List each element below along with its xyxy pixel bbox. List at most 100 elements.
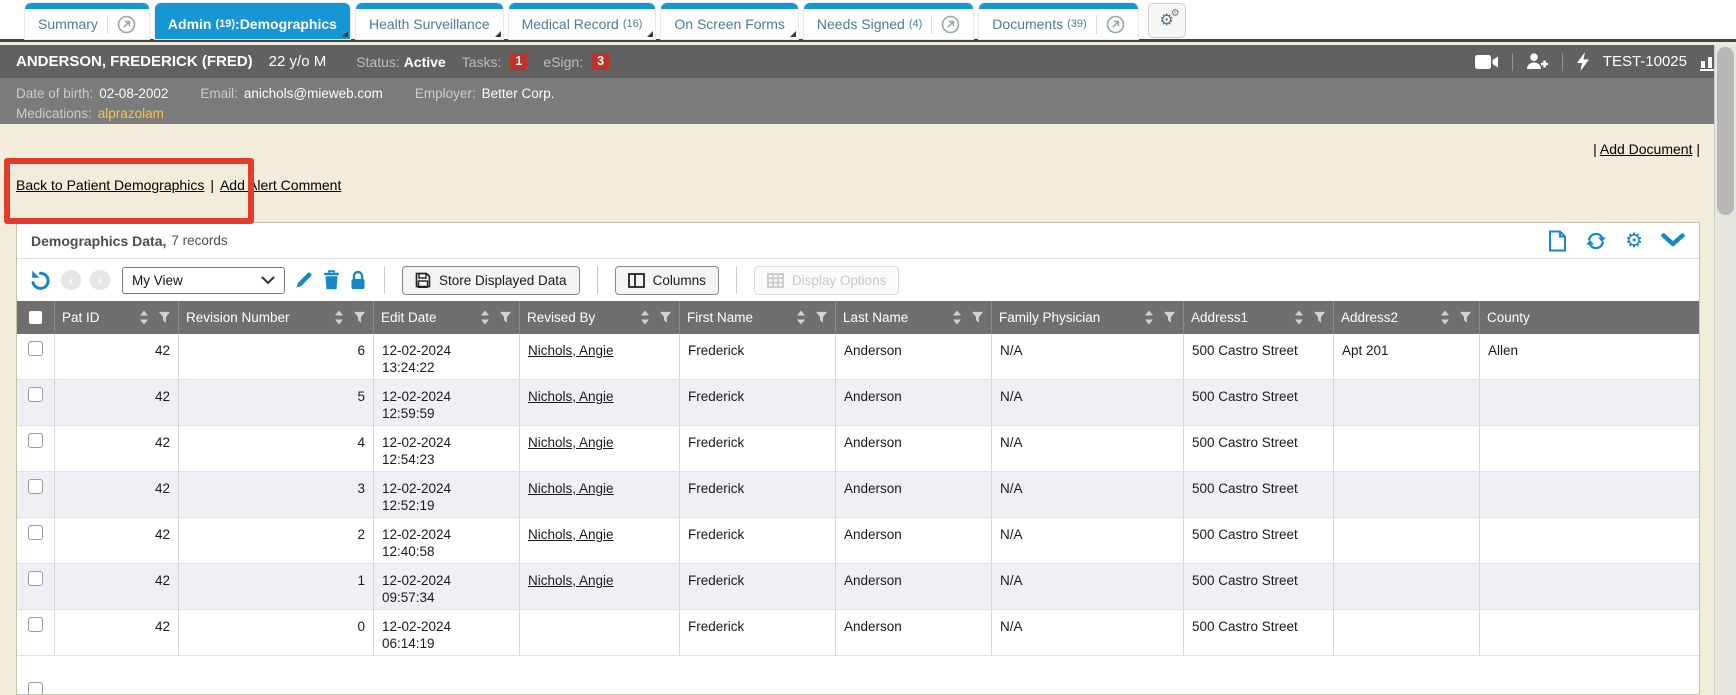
table-toolbar: ‹ › My View Store Displayed Data Columns…: [17, 259, 1699, 301]
tab-settings-button[interactable]: ⚙ ⚙: [1148, 3, 1186, 38]
cell-first-name: Frederick: [680, 472, 836, 517]
column-header-first-name[interactable]: First Name: [680, 301, 836, 334]
revised-by-link[interactable]: Nichols, Angie: [528, 573, 614, 588]
column-header-family-physician[interactable]: Family Physician: [992, 301, 1184, 334]
column-header-pat-id[interactable]: Pat ID: [55, 301, 179, 334]
cell-revised-by: Nichols, Angie: [520, 334, 680, 379]
footer-checkbox[interactable]: [28, 682, 43, 695]
next-view-button[interactable]: ›: [90, 270, 110, 290]
row-checkbox-cell: [17, 610, 55, 655]
filter-icon: [815, 311, 828, 324]
vertical-scrollbar[interactable]: [1714, 45, 1736, 695]
pipe: |: [1593, 141, 1597, 157]
columns-button[interactable]: Columns: [615, 266, 719, 295]
cell-pat-id: 42: [55, 334, 179, 379]
tasks-badge[interactable]: 1: [510, 53, 527, 70]
add-document-row: | Add Document |: [1593, 141, 1700, 157]
row-checkbox[interactable]: [28, 571, 43, 586]
revised-by-link[interactable]: Nichols, Angie: [528, 389, 614, 404]
columns-icon: [628, 273, 645, 288]
patient-age-sex: 22 y/o M: [269, 53, 327, 70]
edit-view-pencil-icon[interactable]: [294, 270, 314, 290]
sort-icon: [334, 310, 344, 325]
cell-address1: 500 Castro Street: [1184, 564, 1334, 609]
cell-revision-number: 4: [179, 426, 374, 471]
add-document-link[interactable]: Add Document: [1600, 141, 1693, 157]
tab-on-screen-forms[interactable]: On Screen Forms: [661, 3, 797, 39]
cell-address2: [1334, 472, 1480, 517]
esign-badge[interactable]: 3: [592, 53, 609, 70]
prev-view-button[interactable]: ‹: [61, 270, 81, 290]
medications-value[interactable]: alprazolam: [98, 106, 164, 121]
video-camera-icon[interactable]: [1475, 54, 1499, 70]
row-checkbox-cell: [17, 564, 55, 609]
cell-revision-number: 3: [179, 472, 374, 517]
cell-address1: 500 Castro Street: [1184, 518, 1334, 563]
tasks-label: Tasks:: [462, 54, 502, 70]
revised-by-link[interactable]: Nichols, Angie: [528, 435, 614, 450]
column-header-edit-date[interactable]: Edit Date: [374, 301, 520, 334]
row-checkbox[interactable]: [28, 525, 43, 540]
lock-view-icon[interactable]: [349, 270, 367, 290]
column-header-county[interactable]: County: [1480, 301, 1699, 334]
delete-view-trash-icon[interactable]: [323, 270, 340, 290]
toolbar-divider: [597, 266, 598, 294]
cell-family-physician: N/A: [992, 334, 1184, 379]
back-to-patient-demographics-link[interactable]: Back to Patient Demographics: [16, 177, 204, 193]
section-title: Demographics Data,: [31, 233, 166, 249]
store-displayed-data-button[interactable]: Store Displayed Data: [402, 266, 580, 295]
external-link-icon[interactable]: [1096, 15, 1125, 34]
sort-icon: [480, 310, 490, 325]
cell-edit-date: 12-02-202412:40:58: [374, 518, 520, 563]
cell-county: [1480, 472, 1699, 517]
display-options-icon: [767, 273, 784, 288]
row-checkbox[interactable]: [28, 387, 43, 402]
sort-icon: [796, 310, 806, 325]
patient-name: ANDERSON, FREDERICK (FRED): [16, 53, 253, 70]
email-value: anichols@mieweb.com: [244, 86, 383, 101]
revised-by-link[interactable]: Nichols, Angie: [528, 527, 614, 542]
row-checkbox[interactable]: [28, 479, 43, 494]
add-person-icon[interactable]: [1526, 53, 1549, 70]
tab-needs-signed[interactable]: Needs Signed (4): [804, 3, 973, 39]
chevron-down-icon[interactable]: [1661, 233, 1685, 248]
settings-gear-icon[interactable]: ⚙: [1625, 231, 1643, 251]
column-header-revised-by[interactable]: Revised By: [520, 301, 680, 334]
row-checkbox[interactable]: [28, 341, 43, 356]
tab-documents[interactable]: Documents (39): [979, 3, 1137, 39]
pipe: |: [210, 177, 214, 193]
filter-icon: [158, 311, 171, 324]
tab-label: On Screen Forms: [674, 16, 784, 32]
tab-health-surveillance[interactable]: Health Surveillance: [356, 3, 503, 39]
external-link-icon[interactable]: [107, 15, 136, 34]
cell-edit-date: 12-02-202412:54:23: [374, 426, 520, 471]
column-header-address1[interactable]: Address1: [1184, 301, 1334, 334]
dob-value: 02-08-2002: [99, 86, 168, 101]
tab-summary[interactable]: Summary: [25, 3, 149, 39]
tab-admin-demographics[interactable]: Admin (19):Demographics: [155, 3, 350, 39]
column-header-address2[interactable]: Address2: [1334, 301, 1480, 334]
new-document-icon[interactable]: [1548, 230, 1567, 252]
cell-first-name: Frederick: [680, 518, 836, 563]
view-select[interactable]: My View: [122, 267, 285, 294]
cell-revised-by: Nichols, Angie: [520, 472, 680, 517]
external-link-icon[interactable]: [931, 15, 960, 34]
cell-family-physician: N/A: [992, 472, 1184, 517]
refresh-icon[interactable]: [1585, 230, 1607, 252]
select-all-checkbox[interactable]: [29, 311, 42, 324]
add-alert-comment-link[interactable]: Add Alert Comment: [220, 177, 341, 193]
column-header-revision-number[interactable]: Revision Number: [179, 301, 374, 334]
row-checkbox[interactable]: [28, 617, 43, 632]
column-header-last-name[interactable]: Last Name: [836, 301, 992, 334]
cell-revision-number: 2: [179, 518, 374, 563]
lightning-icon[interactable]: [1576, 52, 1590, 71]
scrollbar-thumb[interactable]: [1717, 47, 1734, 215]
cell-revision-number: 6: [179, 334, 374, 379]
tab-medical-record[interactable]: Medical Record (16): [509, 3, 656, 39]
row-checkbox[interactable]: [28, 433, 43, 448]
cell-first-name: Frederick: [680, 610, 836, 655]
undo-icon[interactable]: [29, 269, 52, 292]
revised-by-link[interactable]: Nichols, Angie: [528, 481, 614, 496]
revised-by-link[interactable]: Nichols, Angie: [528, 343, 614, 358]
cell-address1: 500 Castro Street: [1184, 426, 1334, 471]
